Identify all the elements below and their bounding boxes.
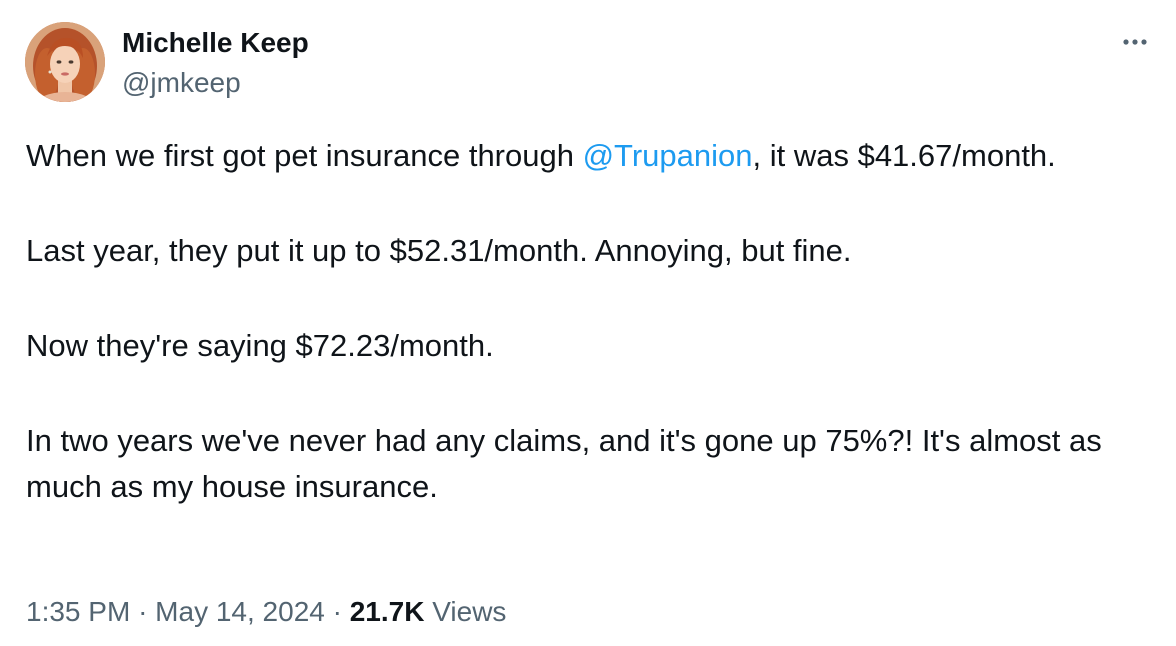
tweet-metadata: 1:35 PM · May 14, 2024 · 21.7K Views (26, 594, 506, 630)
meta-separator: · (332, 596, 342, 627)
tweet-text-segment: When we first got pet insurance through (26, 138, 583, 173)
post-time[interactable]: 1:35 PM (26, 596, 130, 627)
more-options-button[interactable] (1120, 30, 1150, 54)
tweet: Michelle Keep @jmkeep When we first got … (0, 0, 1176, 646)
views-count: 21.7K (349, 596, 425, 627)
post-date[interactable]: May 14, 2024 (155, 596, 325, 627)
tweet-text: When we first got pet insurance through … (26, 133, 1146, 510)
user-handle[interactable]: @jmkeep (122, 66, 241, 100)
views-label: Views (432, 596, 507, 627)
avatar-image (25, 22, 105, 102)
tweet-paragraph-3: Now they're saying $72.23/month. (26, 328, 494, 363)
avatar[interactable] (25, 22, 105, 102)
tweet-paragraph-1: When we first got pet insurance through … (26, 133, 1146, 179)
tweet-paragraph-4: In two years we've never had any claims,… (26, 423, 1102, 504)
tweet-paragraph-2: Last year, they put it up to $52.31/mont… (26, 233, 852, 268)
more-horizontal-icon (1123, 39, 1147, 45)
meta-separator: · (138, 596, 148, 627)
mention-link[interactable]: @Trupanion (583, 138, 753, 173)
display-name[interactable]: Michelle Keep (122, 26, 309, 60)
tweet-text-segment: , it was $41.67/month. (752, 138, 1056, 173)
